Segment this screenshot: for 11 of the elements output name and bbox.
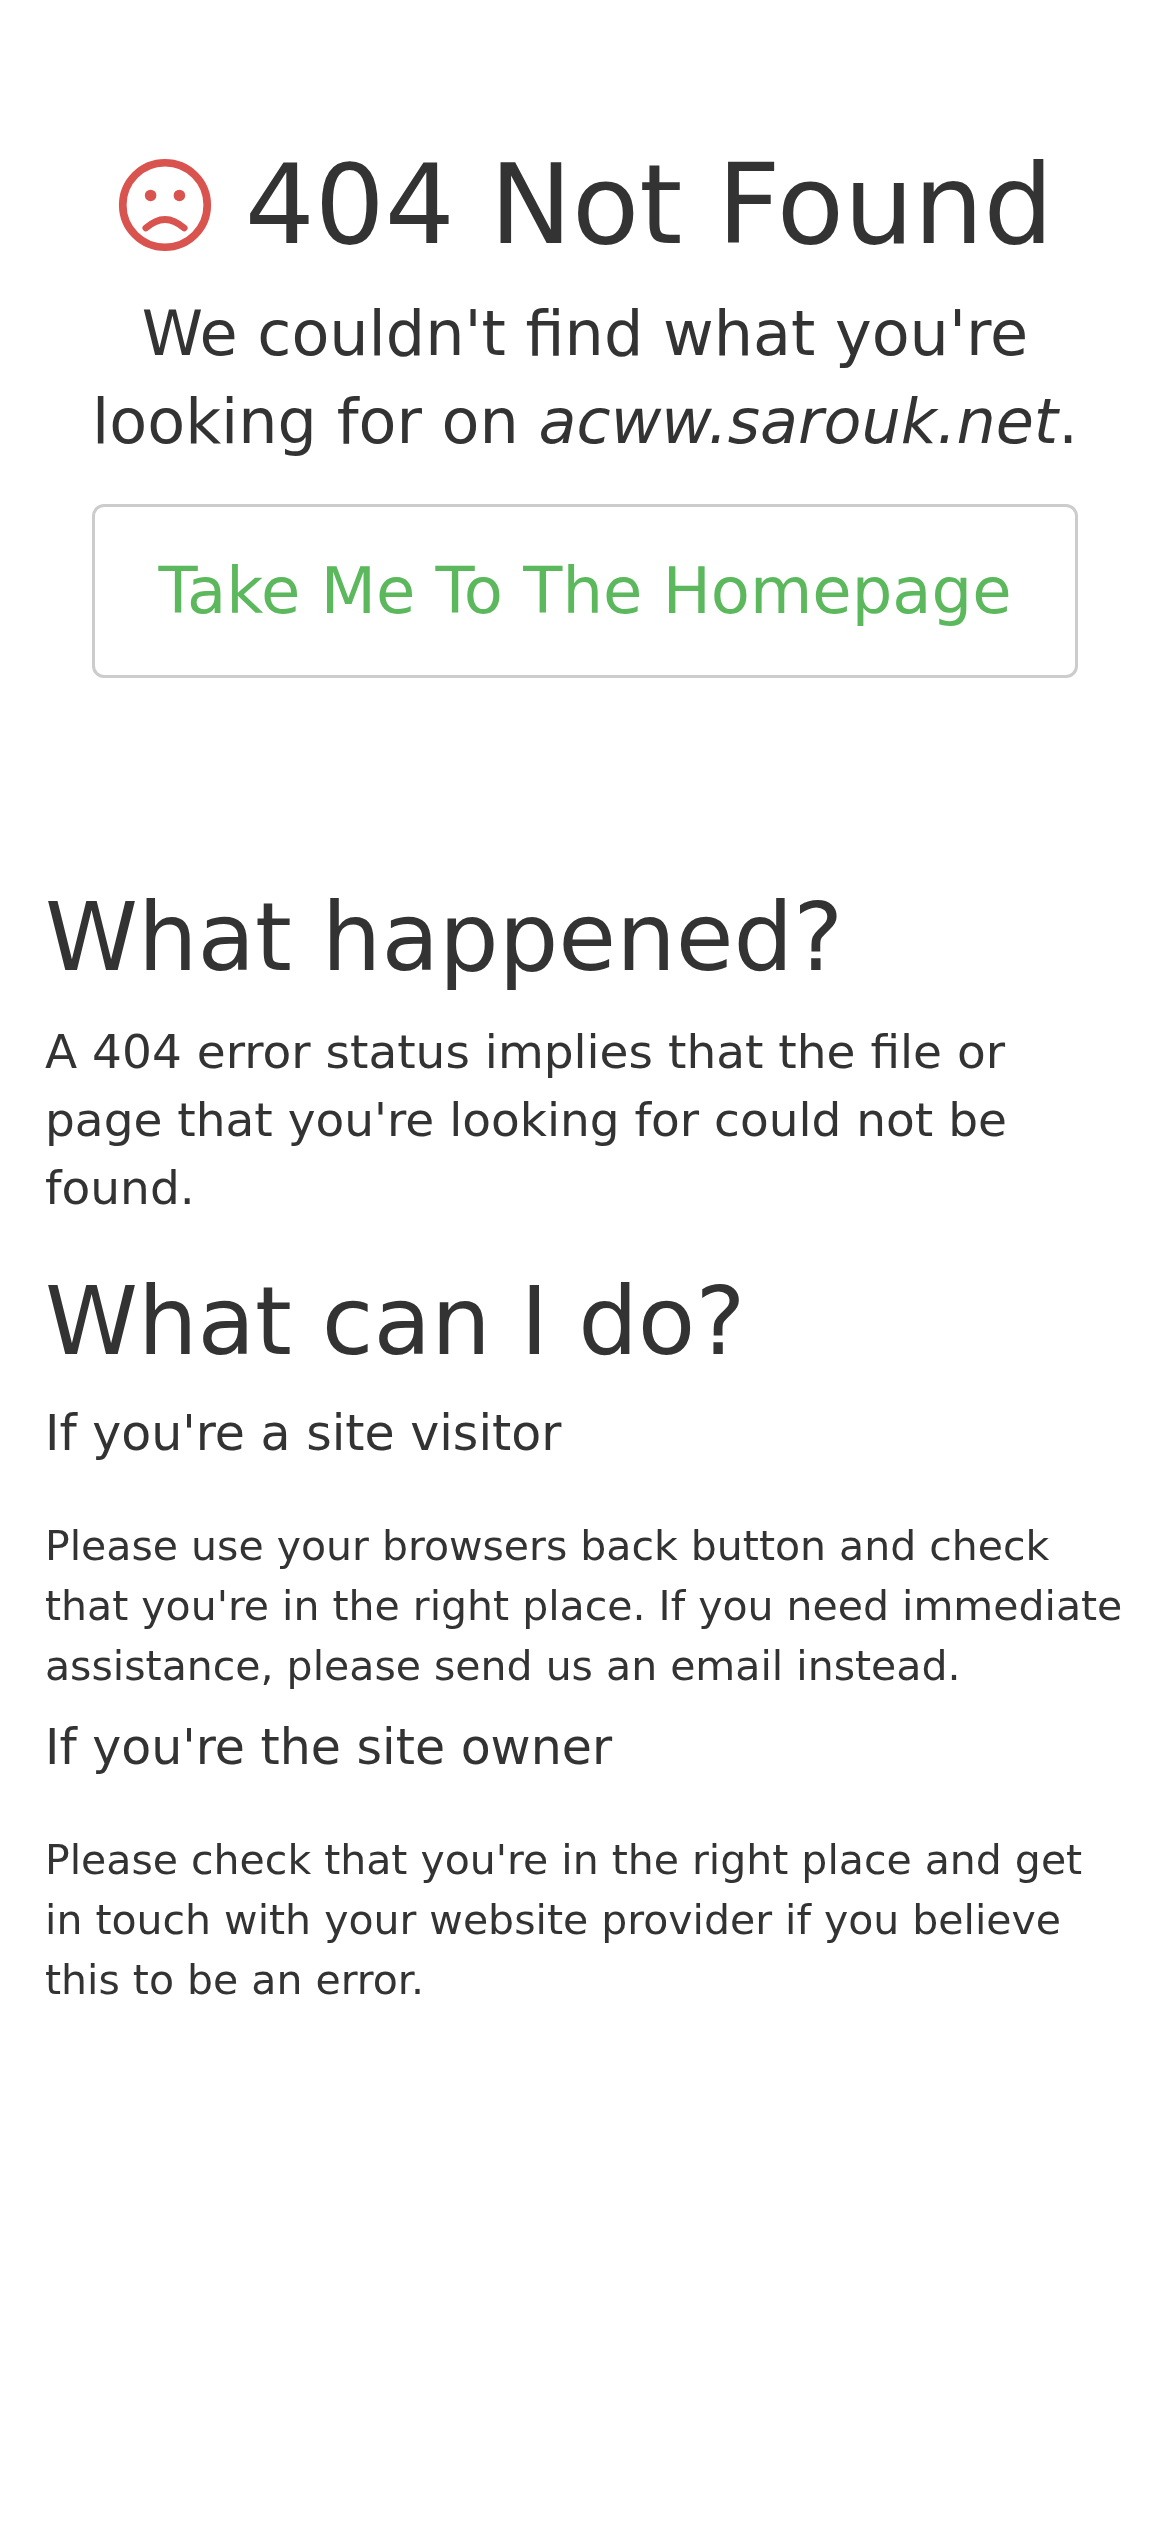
section-heading: What can I do? xyxy=(45,1266,747,1378)
page-title: 404 Not Found xyxy=(244,140,1054,270)
homepage-button[interactable]: Take Me To The Homepage xyxy=(92,504,1078,678)
subtitle-text: We couldn't find what you're looking for on acww.sarouk.net. xyxy=(91,296,1079,460)
sad-face-icon xyxy=(116,157,213,253)
subheading: If you're the site owner xyxy=(45,1718,614,1778)
body-text: Please check that you're in the right place and get in touch with your website provider if you believe this to be an error. xyxy=(45,1835,1084,2006)
subheading: If you're a site visitor xyxy=(45,1404,563,1464)
body-text: Please use your browsers back button and check that you're in the right place. If you need immediate assistance, please send us an email instead. xyxy=(45,1521,1124,1692)
lead-text: A 404 error status implies that the file or page that you're looking for could not be found. xyxy=(45,1023,1008,1217)
section-heading: What happened? xyxy=(45,882,845,994)
